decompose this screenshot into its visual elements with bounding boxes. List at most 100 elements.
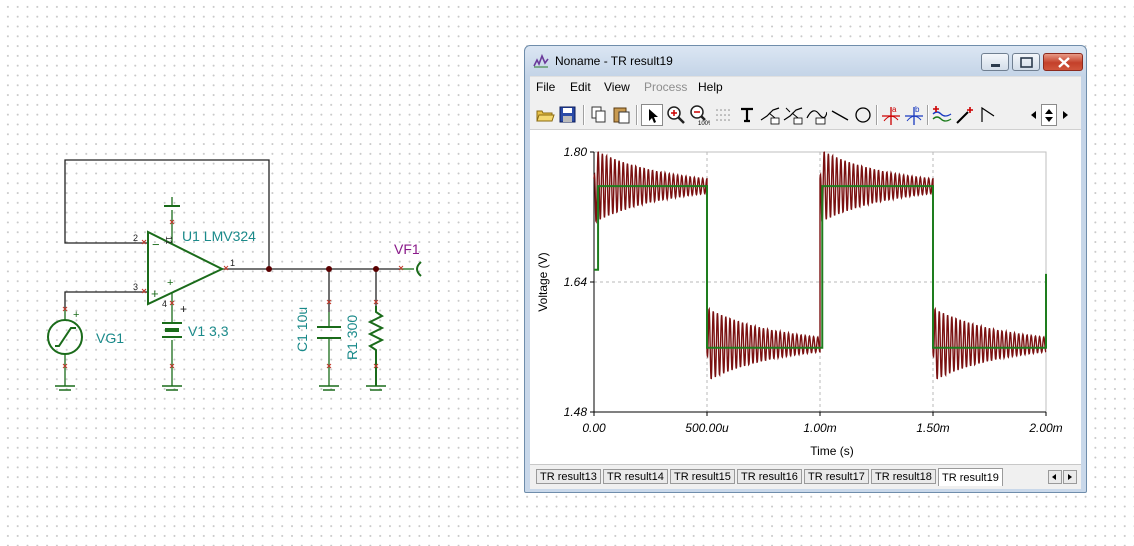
feedback-wire[interactable] — [64, 159, 270, 269]
scroll-updown-button[interactable] — [1041, 104, 1057, 126]
title-bar[interactable]: Noname - TR result19 — [525, 46, 1086, 76]
menu-edit[interactable]: Edit — [570, 80, 591, 94]
scroll-left-icon — [1031, 111, 1036, 119]
tab-tr-result14[interactable]: TR result14 — [603, 469, 668, 484]
input-wire[interactable] — [64, 291, 148, 310]
save-icon — [559, 106, 576, 123]
x-tick-label: 0.00 — [582, 421, 606, 435]
opamp-U1[interactable]: − + + 2 3 1 11 4 — [133, 210, 235, 309]
curve-label-2-button[interactable] — [782, 104, 804, 126]
line-icon — [831, 110, 849, 121]
minimize-icon — [991, 64, 1000, 67]
tab-tr-result16[interactable]: TR result16 — [737, 469, 802, 484]
add-curve-button[interactable] — [931, 104, 953, 126]
menu-view[interactable]: View — [604, 80, 630, 94]
generator-VG1[interactable] — [47, 310, 83, 391]
y-axis-label: Voltage (V) — [536, 252, 550, 311]
circle-tool-button[interactable] — [852, 104, 874, 126]
vcc-rail-symbol — [164, 197, 180, 207]
cursor-a-button[interactable]: a — [880, 104, 902, 126]
toolbar-separator — [583, 105, 585, 125]
cursor-b-button[interactable]: b — [903, 104, 925, 126]
window-title: Noname - TR result19 — [555, 54, 673, 68]
zoom-out-icon: 100% — [690, 105, 710, 126]
marker-icon — [956, 107, 973, 124]
paste-button[interactable] — [611, 104, 633, 126]
zoom-in-button[interactable] — [665, 104, 687, 126]
open-button[interactable] — [534, 104, 556, 126]
tab-tr-result19[interactable]: TR result19 — [938, 468, 1003, 486]
add-curve-icon — [932, 106, 952, 122]
svg-text:b: b — [915, 105, 920, 114]
battery-label: V1 3,3 — [188, 323, 229, 339]
curve-label-3-button[interactable] — [805, 104, 827, 126]
close-button[interactable] — [1043, 53, 1083, 71]
transient-result-window[interactable]: Noname - TR result19 File Edit View Proc… — [524, 45, 1087, 493]
curve-label-3-icon — [806, 110, 827, 125]
menu-help[interactable]: Help — [698, 80, 723, 94]
tab-tr-result13[interactable]: TR result13 — [536, 469, 601, 484]
menu-file[interactable]: File — [536, 80, 555, 94]
marker-button[interactable] — [954, 104, 976, 126]
close-icon — [1058, 57, 1070, 68]
open-folder-icon — [536, 110, 555, 122]
battery-V1[interactable] — [162, 306, 182, 391]
tab-scroll-left-button[interactable] — [1048, 470, 1062, 484]
text-tool-button[interactable] — [736, 104, 758, 126]
toolbar-separator — [876, 105, 878, 125]
result-tab-strip: TR result13 TR result14 TR result15 TR r… — [530, 464, 1081, 489]
zoom-out-button[interactable]: 100% — [688, 104, 710, 126]
pin-2-label: 2 — [133, 233, 138, 243]
opamp-plus-sign: + — [151, 286, 159, 301]
tab-scroll-right-button[interactable] — [1063, 470, 1077, 484]
pin-3-label: 3 — [133, 282, 138, 292]
pin-4-label: 4 — [162, 299, 167, 309]
tab-scroll-left-icon — [1052, 474, 1056, 480]
flag-button[interactable] — [977, 104, 999, 126]
opamp-vcc-plus: + — [167, 277, 173, 289]
y-tick-label: 1.80 — [564, 145, 588, 159]
copy-button[interactable] — [588, 104, 610, 126]
tab-scroll-right-icon — [1068, 474, 1072, 480]
capacitor-C1[interactable] — [317, 312, 341, 391]
tab-tr-result15[interactable]: TR result15 — [670, 469, 735, 484]
scroll-left-button[interactable] — [1027, 104, 1041, 126]
save-button[interactable] — [557, 104, 579, 126]
resistor-label: R1 300 — [344, 315, 360, 360]
menu-bar: File Edit View Process Help — [530, 76, 1081, 97]
scroll-updown-icon — [1045, 109, 1053, 122]
tab-tr-result18[interactable]: TR result18 — [871, 469, 936, 484]
pointer-icon — [649, 109, 658, 123]
toolbar-separator — [927, 105, 929, 125]
toolbar-separator — [636, 105, 638, 125]
generator-plus-sign: + — [73, 309, 79, 321]
menu-process[interactable]: Process — [644, 80, 687, 94]
scroll-right-button[interactable] — [1058, 104, 1072, 126]
tab-tr-result17[interactable]: TR result17 — [804, 469, 869, 484]
plot-area[interactable]: 0.00 500.00u 1.00m 1.50m 2.00m 1.48 1.64 1.80 T… — [530, 130, 1081, 464]
grid-dots-icon — [716, 109, 730, 121]
zoom-in-icon — [667, 106, 685, 124]
probe-label: VF1 — [394, 241, 420, 257]
pointer-button[interactable] — [641, 104, 663, 126]
paste-icon — [613, 107, 630, 124]
line-tool-button[interactable] — [829, 104, 851, 126]
maximize-button[interactable] — [1012, 53, 1040, 71]
x-tick-label: 1.50m — [916, 421, 949, 435]
circle-icon — [855, 107, 871, 123]
curve-label-button[interactable] — [759, 104, 781, 126]
x-tick-label: 2.00m — [1028, 421, 1062, 435]
x-tick-label: 500.00u — [685, 421, 729, 435]
battery-plus-sign: + — [180, 302, 187, 316]
minimize-button[interactable] — [981, 53, 1009, 71]
grid-button[interactable] — [712, 104, 734, 126]
transient-chart[interactable]: 0.00 500.00u 1.00m 1.50m 2.00m 1.48 1.64 1.80 T… — [530, 130, 1081, 464]
voltage-probe-VF1[interactable] — [400, 261, 422, 277]
cursor-b-icon: b — [905, 105, 923, 125]
maximize-icon — [1020, 57, 1033, 68]
capacitor-label: C1 10u — [294, 307, 310, 352]
y-tick-label: 1.64 — [564, 275, 588, 289]
oscilloscope-icon — [533, 54, 549, 68]
schematic[interactable]: − + + 2 3 1 11 4 U1 LMV324 + V1 3,3 + VG… — [0, 0, 520, 546]
resistor-R1[interactable] — [366, 306, 386, 391]
